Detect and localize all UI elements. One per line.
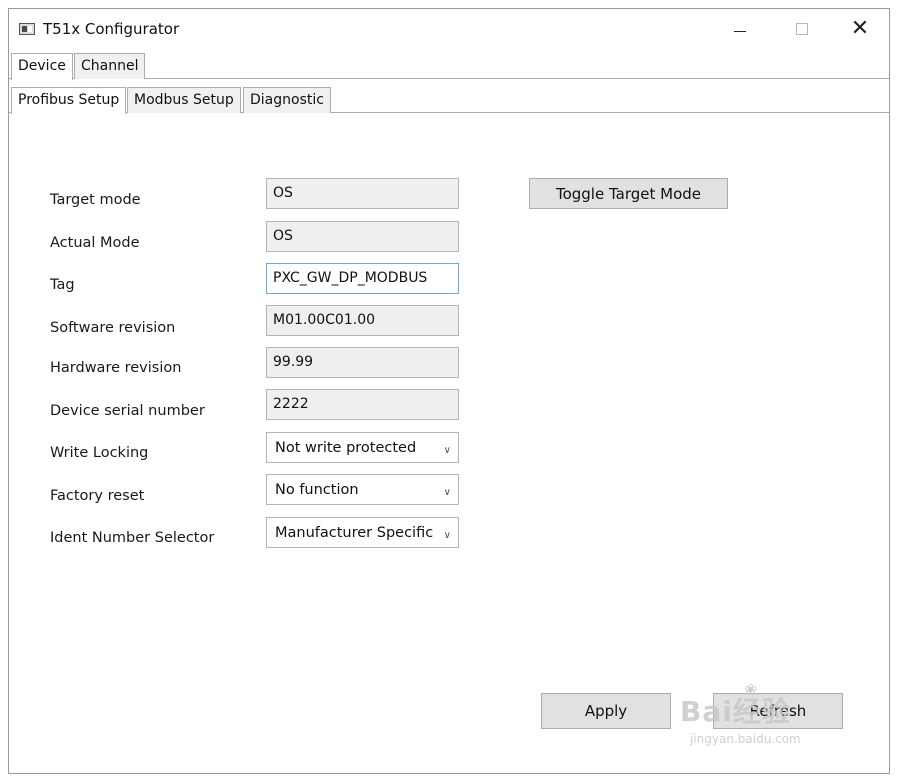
factory-reset-label: Factory reset <box>50 488 145 504</box>
title-bar: T51x Configurator ✕ <box>9 9 889 51</box>
target-mode-label: Target mode <box>50 192 141 208</box>
toggle-target-mode-button[interactable]: Toggle Target Mode <box>529 178 728 209</box>
outer-tab-bar: Device Channel <box>9 53 889 80</box>
tag-label: Tag <box>50 277 75 293</box>
factory-reset-value: No function <box>275 482 359 498</box>
target-mode-field: OS <box>266 178 459 209</box>
tab-modbus-setup[interactable]: Modbus Setup <box>127 87 241 113</box>
close-button[interactable]: ✕ <box>837 9 883 49</box>
tab-diagnostic[interactable]: Diagnostic <box>243 87 331 113</box>
inner-tab-bar: Profibus Setup Modbus Setup Diagnostic <box>9 87 889 114</box>
ident-number-selector-label: Ident Number Selector <box>50 530 215 546</box>
actual-mode-label: Actual Mode <box>50 235 140 251</box>
tab-profibus-setup[interactable]: Profibus Setup <box>11 87 127 114</box>
software-revision-label: Software revision <box>50 320 176 336</box>
hardware-revision-label: Hardware revision <box>50 360 182 376</box>
write-locking-value: Not write protected <box>275 440 417 456</box>
maximize-icon <box>796 23 808 35</box>
tag-input[interactable]: PXC_GW_DP_MODBUS <box>266 263 459 294</box>
actual-mode-field: OS <box>266 221 459 252</box>
chevron-down-icon: ∨ <box>443 445 451 456</box>
maximize-button[interactable] <box>779 9 825 49</box>
window-title: T51x Configurator <box>43 20 180 38</box>
serial-number-label: Device serial number <box>50 403 205 419</box>
close-icon: ✕ <box>850 16 870 41</box>
factory-reset-select[interactable]: No function ∨ <box>266 474 459 505</box>
chevron-down-icon: ∨ <box>443 487 451 498</box>
minimize-icon <box>734 30 746 32</box>
chevron-down-icon: ∨ <box>443 530 451 541</box>
software-revision-field: M01.00C01.00 <box>266 305 459 336</box>
profibus-setup-panel: Target mode OS Actual Mode OS Tag PXC_GW… <box>9 113 889 773</box>
apply-button[interactable]: Apply <box>541 693 671 729</box>
refresh-button[interactable]: Refresh <box>713 693 843 729</box>
serial-number-field: 2222 <box>266 389 459 420</box>
tab-channel[interactable]: Channel <box>74 53 146 79</box>
ident-number-selector-value: Manufacturer Specific <box>275 525 434 541</box>
minimize-button[interactable] <box>717 9 763 49</box>
app-window-icon <box>19 23 35 35</box>
ident-number-selector-select[interactable]: Manufacturer Specific ∨ <box>266 517 459 548</box>
hardware-revision-field: 99.99 <box>266 347 459 378</box>
write-locking-select[interactable]: Not write protected ∨ <box>266 432 459 463</box>
configurator-window: T51x Configurator ✕ Device Channel Profi… <box>8 8 890 774</box>
write-locking-label: Write Locking <box>50 445 149 461</box>
tab-device[interactable]: Device <box>11 53 73 80</box>
